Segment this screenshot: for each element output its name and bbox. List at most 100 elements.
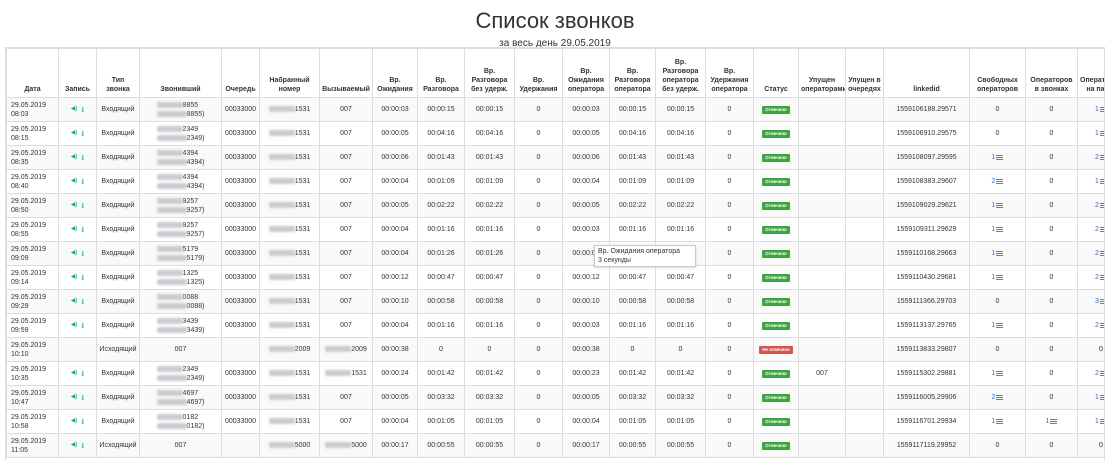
volume-icon[interactable]: ◀) <box>71 369 78 378</box>
free-operators-cell[interactable]: 1 <box>969 241 1026 266</box>
column-header[interactable]: Свободных операторов <box>969 48 1026 98</box>
operators-paused-count[interactable]: 2 <box>1095 274 1099 281</box>
operators-paused-count[interactable]: 1 <box>1095 418 1099 425</box>
operators-paused-cell[interactable]: 2 <box>1077 361 1104 386</box>
free-operators-cell[interactable]: 1 <box>969 313 1026 338</box>
list-icon[interactable] <box>1099 178 1104 184</box>
operators-paused-cell[interactable]: 1 <box>1077 385 1104 410</box>
list-icon[interactable] <box>996 250 1004 256</box>
operators-paused-cell[interactable]: 1 <box>1077 409 1104 434</box>
free-operators-count[interactable]: 2 <box>992 394 996 401</box>
volume-icon[interactable]: ◀) <box>71 153 78 162</box>
volume-icon[interactable]: ◀) <box>71 417 78 426</box>
operators-paused-cell[interactable]: 1 <box>1077 121 1104 146</box>
free-operators-count[interactable]: 1 <box>992 226 996 233</box>
free-operators-cell[interactable]: 1 <box>969 361 1026 386</box>
column-header[interactable]: Вр. Разговора <box>417 48 465 98</box>
list-icon[interactable] <box>1099 130 1104 136</box>
operators-paused-count[interactable]: 2 <box>1095 370 1099 377</box>
list-icon[interactable] <box>1099 418 1104 424</box>
free-operators-count[interactable]: 1 <box>992 202 996 209</box>
column-header[interactable]: Операторов на паузе <box>1077 48 1104 98</box>
free-operators-cell[interactable]: 1 <box>969 145 1026 170</box>
operators-paused-count[interactable]: 1 <box>1095 130 1099 137</box>
column-header[interactable]: linkedid <box>883 48 970 98</box>
list-icon[interactable] <box>996 202 1004 208</box>
list-icon[interactable] <box>1099 226 1104 232</box>
operators-paused-cell[interactable]: 2 <box>1077 193 1104 218</box>
volume-icon[interactable]: ◀) <box>71 273 78 282</box>
list-icon[interactable] <box>1099 322 1104 328</box>
list-icon[interactable] <box>1099 250 1104 256</box>
list-icon[interactable] <box>996 322 1004 328</box>
volume-icon[interactable]: ◀) <box>71 297 78 306</box>
column-header[interactable]: Вр. Разговора без удерж. <box>464 48 515 98</box>
free-operators-cell[interactable]: 1 <box>969 193 1026 218</box>
list-icon[interactable] <box>996 418 1004 424</box>
operators-paused-cell[interactable]: 2 <box>1077 265 1104 290</box>
download-icon[interactable]: ⭳ <box>81 321 84 330</box>
download-icon[interactable]: ⭳ <box>81 249 84 258</box>
list-icon[interactable] <box>996 154 1004 160</box>
free-operators-count[interactable]: 2 <box>992 178 996 185</box>
column-header[interactable]: Вр. Удержания оператора <box>705 48 754 98</box>
operators-in-calls-count[interactable]: 1 <box>1046 418 1050 425</box>
free-operators-cell[interactable]: 1 <box>969 265 1026 290</box>
column-header[interactable]: Тип звонка <box>96 48 140 98</box>
free-operators-count[interactable]: 1 <box>992 418 996 425</box>
operators-paused-cell[interactable]: 1 <box>1077 169 1104 194</box>
list-icon[interactable] <box>1099 274 1104 280</box>
volume-icon[interactable]: ◀) <box>71 129 78 138</box>
operators-paused-count[interactable]: 2 <box>1095 202 1099 209</box>
column-header[interactable]: Упущен в очередях <box>845 48 884 98</box>
download-icon[interactable]: ⭳ <box>81 105 84 114</box>
list-icon[interactable] <box>1099 106 1104 112</box>
free-operators-count[interactable]: 1 <box>992 274 996 281</box>
operators-paused-count[interactable]: 3 <box>1095 298 1099 305</box>
download-icon[interactable]: ⭳ <box>81 225 84 234</box>
download-icon[interactable]: ⭳ <box>81 393 84 402</box>
list-icon[interactable] <box>1099 370 1104 376</box>
list-icon[interactable] <box>996 370 1004 376</box>
operators-paused-count[interactable]: 1 <box>1095 394 1099 401</box>
operators-paused-count[interactable]: 2 <box>1095 154 1099 161</box>
list-icon[interactable] <box>1099 202 1104 208</box>
column-header[interactable]: Вр. Удержания <box>514 48 563 98</box>
column-header[interactable]: Статус <box>753 48 799 98</box>
download-icon[interactable]: ⭳ <box>81 153 84 162</box>
list-icon[interactable] <box>1099 298 1104 304</box>
free-operators-cell[interactable]: 2 <box>969 169 1026 194</box>
volume-icon[interactable]: ◀) <box>71 105 78 114</box>
free-operators-count[interactable]: 1 <box>992 322 996 329</box>
column-header[interactable]: Звонивший <box>139 48 222 98</box>
download-icon[interactable]: ⭳ <box>81 201 84 210</box>
list-icon[interactable] <box>996 274 1004 280</box>
free-operators-count[interactable]: 1 <box>992 370 996 377</box>
download-icon[interactable]: ⭳ <box>81 369 84 378</box>
list-icon[interactable] <box>996 394 1004 400</box>
download-icon[interactable]: ⭳ <box>81 177 84 186</box>
column-header[interactable]: Очередь <box>221 48 260 98</box>
download-icon[interactable]: ⭳ <box>81 441 84 450</box>
list-icon[interactable] <box>1099 394 1104 400</box>
free-operators-count[interactable]: 1 <box>992 250 996 257</box>
volume-icon[interactable]: ◀) <box>71 225 78 234</box>
column-header[interactable]: Операторов в звонках <box>1025 48 1078 98</box>
operators-paused-cell[interactable]: 2 <box>1077 313 1104 338</box>
free-operators-cell[interactable]: 2 <box>969 385 1026 410</box>
volume-icon[interactable]: ◀) <box>71 249 78 258</box>
operators-paused-cell[interactable]: 1 <box>1077 97 1104 122</box>
column-header[interactable]: Вр. Ожидания <box>372 48 418 98</box>
operators-paused-count[interactable]: 1 <box>1095 106 1099 113</box>
column-header[interactable]: Запись <box>58 48 97 98</box>
operators-paused-cell[interactable]: 2 <box>1077 145 1104 170</box>
volume-icon[interactable]: ◀) <box>71 321 78 330</box>
list-icon[interactable] <box>1099 154 1104 160</box>
operators-paused-count[interactable]: 2 <box>1095 226 1099 233</box>
column-header[interactable]: Упущен операторами <box>798 48 846 98</box>
volume-icon[interactable]: ◀) <box>71 441 78 450</box>
operators-paused-cell[interactable]: 2 <box>1077 241 1104 266</box>
operators-paused-count[interactable]: 1 <box>1095 178 1099 185</box>
column-header[interactable]: Вр. Ожидания оператора <box>562 48 610 98</box>
free-operators-cell[interactable]: 1 <box>969 409 1026 434</box>
